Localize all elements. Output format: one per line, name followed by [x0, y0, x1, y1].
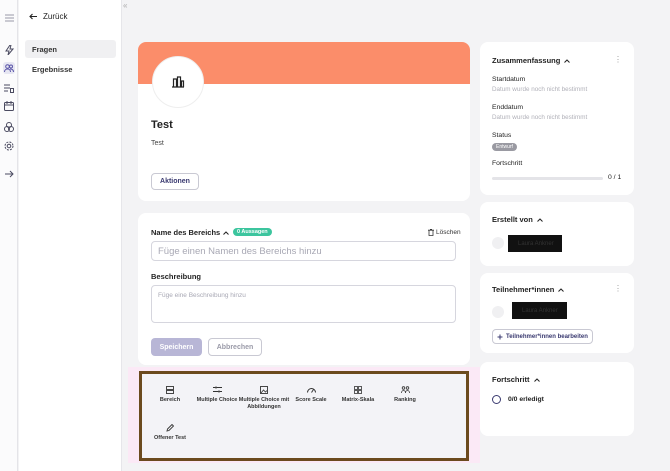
progress-card: Fortschritt 0/0 erledigt: [480, 362, 634, 436]
sidebar-item-ergebnisse[interactable]: Ergebnisse: [25, 60, 116, 78]
question-type-offener-test[interactable]: Offener Test: [144, 423, 196, 442]
question-type-label: Multiple Choice: [196, 397, 238, 403]
created-by-header[interactable]: Erstellt von: [492, 215, 543, 224]
progress-bar: [492, 177, 603, 180]
menu-icon[interactable]: [3, 12, 15, 24]
progress-done-label: 0/0 erledigt: [508, 396, 544, 403]
lightning-icon[interactable]: [3, 44, 15, 56]
question-type-label: Ranking: [394, 397, 416, 403]
delete-label: Löschen: [436, 229, 461, 236]
end-date-label: Enddatum: [492, 104, 523, 111]
progress-header[interactable]: Fortschritt: [492, 375, 540, 384]
sidebar-item-label: Ergebnisse: [32, 64, 73, 74]
section-name-input[interactable]: Füge einen Namen des Bereichs hinzu: [151, 241, 456, 261]
chevron-up-icon: [564, 58, 571, 63]
summary-card: Zusammenfassung ⋮ Startdatum Datum wurde…: [480, 42, 634, 195]
question-type-label: Score Scale: [295, 397, 327, 403]
question-type-palette: Bereich Multiple Choice Multiple Choice …: [139, 371, 469, 461]
participant-name: Laura Ankner: [512, 302, 567, 319]
avatar: [492, 306, 504, 318]
edit-participants-label: Teilnehmer*innen bearbeiten: [506, 333, 588, 340]
grid-icon: [354, 385, 362, 394]
question-type-label: Multiple Choice mit Abbildungen: [238, 397, 290, 410]
end-date-value: Datum wurde noch nicht bestimmt: [492, 114, 588, 121]
chevron-up-icon: [536, 217, 543, 222]
collapse-sidebar-icon[interactable]: «: [123, 1, 127, 10]
creator-name: Laura Ankner: [508, 235, 562, 252]
trash-icon: [428, 229, 434, 236]
ranking-icon: [400, 386, 410, 393]
checklist-icon: [212, 386, 222, 393]
save-button[interactable]: Speichern: [151, 338, 202, 356]
created-by-title: Erstellt von: [492, 215, 533, 224]
chevron-up-icon[interactable]: [223, 230, 230, 235]
survey-header-card: Test Test Aktionen: [138, 42, 470, 201]
summary-title: Zusammenfassung: [492, 56, 561, 65]
status-label: Status: [492, 132, 512, 139]
start-date-label: Startdatum: [492, 76, 526, 83]
progress-label: Fortschritt: [492, 160, 523, 167]
survey-description: Test: [151, 140, 164, 147]
summary-header[interactable]: Zusammenfassung: [492, 56, 571, 65]
question-type-ranking[interactable]: Ranking: [379, 385, 431, 404]
back-link[interactable]: Zurück: [29, 12, 67, 21]
participants-card: Teilnehmer*innen ⋮ Laura Ankner Teilnehm…: [480, 273, 634, 353]
sidebar-item-label: Fragen: [32, 44, 58, 54]
participants-title: Teilnehmer*innen: [492, 285, 555, 294]
calendar-icon[interactable]: [3, 100, 15, 112]
question-type-multiple-choice[interactable]: Multiple Choice: [191, 385, 243, 404]
description-label: Beschreibung: [151, 272, 202, 281]
summary-menu-icon[interactable]: ⋮: [614, 55, 622, 64]
delete-section-button[interactable]: Löschen: [428, 229, 461, 236]
chevron-up-icon: [533, 377, 540, 382]
actions-button[interactable]: Aktionen: [151, 173, 199, 190]
section-icon: [166, 385, 174, 394]
secondary-sidebar: Zurück Fragen Ergebnisse: [19, 0, 122, 471]
start-date-value: Datum wurde noch nicht bestimmt: [492, 86, 588, 93]
section-form-card: Name des Bereichs 0 Aussagen Löschen Füg…: [138, 213, 470, 365]
question-type-matrix-skala[interactable]: Matrix-Skala: [332, 385, 384, 404]
question-type-multiple-choice-images[interactable]: Multiple Choice mit Abbildungen: [238, 385, 290, 410]
progress-ring-icon: [492, 395, 501, 404]
section-name-header: Name des Bereichs: [151, 228, 230, 237]
icon-rail: [0, 0, 18, 471]
pencil-icon: [166, 423, 174, 432]
question-type-bereich[interactable]: Bereich: [144, 385, 196, 404]
created-by-card: Erstellt von Laura Ankner: [480, 202, 634, 266]
description-textarea[interactable]: Füge eine Beschreibung hinzu: [151, 285, 456, 323]
participants-menu-icon[interactable]: ⋮: [614, 284, 622, 293]
building-icon: [172, 76, 185, 88]
statements-count-badge: 0 Aussagen: [233, 228, 272, 236]
section-name-label: Name des Bereichs: [151, 228, 221, 237]
avatar: [492, 237, 504, 249]
participants-header[interactable]: Teilnehmer*innen: [492, 285, 565, 294]
back-link-label: Zurück: [43, 12, 68, 21]
cancel-button[interactable]: Abbrechen: [208, 338, 262, 356]
sidebar-item-fragen[interactable]: Fragen: [25, 40, 116, 58]
status-badge: Entwurf: [492, 143, 517, 151]
question-type-label: Offener Test: [154, 435, 186, 441]
gauge-icon: [306, 387, 316, 393]
people-icon[interactable]: [3, 62, 15, 74]
cubes-icon[interactable]: [3, 121, 15, 133]
edit-participants-button[interactable]: Teilnehmer*innen bearbeiten: [492, 329, 593, 344]
arrow-right-icon[interactable]: [3, 168, 15, 180]
question-type-label: Bereich: [159, 397, 181, 403]
arrow-left-icon: [29, 13, 37, 20]
question-type-score-scale[interactable]: Score Scale: [285, 385, 337, 404]
survey-avatar[interactable]: [152, 56, 204, 108]
image-choice-icon: [260, 385, 268, 394]
progress-count: 0 / 1: [608, 174, 622, 181]
plus-icon: [497, 334, 503, 339]
progress-card-title: Fortschritt: [492, 375, 530, 384]
survey-title: Test: [151, 119, 173, 131]
list-icon[interactable]: [3, 82, 15, 94]
chevron-up-icon: [558, 287, 565, 292]
question-type-label: Matrix-Skala: [341, 397, 375, 403]
gear-icon[interactable]: [3, 140, 15, 152]
